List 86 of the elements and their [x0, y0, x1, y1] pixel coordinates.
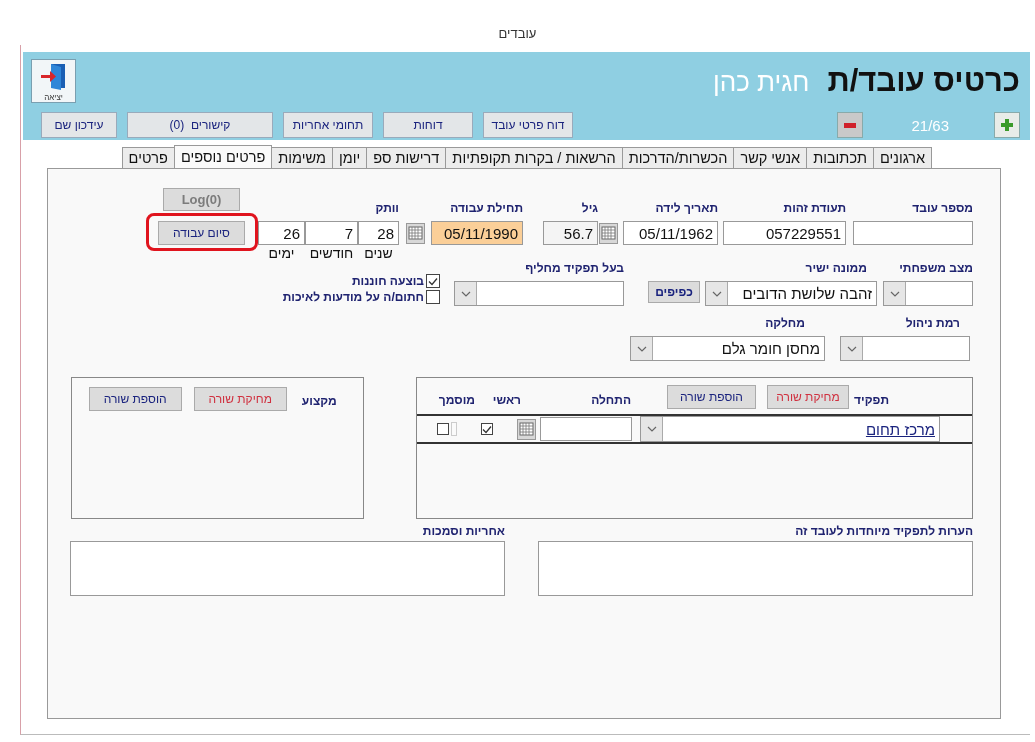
check-icon — [482, 424, 492, 434]
delete-row-button[interactable]: מחיקת שורה — [767, 385, 849, 409]
checkbox[interactable] — [426, 274, 440, 288]
start-date-field[interactable]: 05/11/1990 — [431, 221, 523, 245]
field-label: בעל תפקיד מחליף — [524, 261, 624, 277]
field-label: וותק — [374, 201, 399, 217]
exit-button[interactable]: יציאה — [31, 59, 76, 103]
tab[interactable]: יומן — [331, 147, 368, 168]
birth-date-field[interactable]: 05/11/1962 — [623, 221, 718, 245]
substitute-field[interactable] — [454, 281, 624, 306]
tab[interactable]: אנשי קשר — [733, 147, 808, 168]
age-field[interactable]: 56.7 — [543, 221, 598, 245]
calendar-icon[interactable] — [406, 222, 425, 244]
window-title: עובדים — [498, 26, 537, 41]
header-button[interactable]: תחומי אחריות — [283, 112, 373, 138]
header-button[interactable]: קישורים (0) — [127, 112, 273, 138]
seniority-field[interactable]: 7 — [305, 221, 358, 245]
field-label: תעודת זהות — [782, 201, 846, 217]
column-header: התחלה — [590, 393, 631, 409]
add-row-button[interactable]: הוספת שורה — [88, 386, 182, 411]
chevron-down-icon — [636, 345, 647, 352]
management-level-field[interactable] — [840, 336, 970, 361]
chevron-down-icon — [846, 345, 857, 352]
seniority-field[interactable]: 26 — [258, 221, 305, 245]
chevron-down-icon — [460, 290, 471, 297]
chevron-down-icon — [889, 290, 900, 297]
role-link[interactable]: מרכז תחום — [861, 420, 939, 438]
add-record-button[interactable] — [994, 112, 1020, 138]
column-header: מוסמך — [437, 393, 475, 409]
notes-field[interactable] — [538, 541, 973, 596]
seniority-field[interactable]: 28 — [358, 221, 399, 245]
field-label: מחלקה — [764, 316, 806, 332]
tab[interactable]: פרטים — [121, 147, 175, 168]
checkbox[interactable] — [481, 423, 493, 435]
delete-record-button[interactable] — [837, 112, 864, 138]
delete-row-button[interactable]: מחיקת שורה — [193, 386, 287, 411]
department-field[interactable]: מחסן חומר גלם — [630, 336, 825, 361]
checkbox-label: בוצעה חוננות — [351, 274, 424, 288]
role-field[interactable]: מרכז תחום — [640, 416, 940, 442]
field-label: מספר עובד — [911, 201, 973, 217]
form-title: כרטיס עובד/ת — [827, 63, 1020, 99]
end-work-button[interactable]: סיום עבודה — [158, 221, 245, 245]
column-header: תפקיד — [853, 393, 889, 409]
field-label: תחילת עבודה — [449, 201, 523, 217]
field-label: תאריך לידה — [654, 201, 718, 217]
role-start-field[interactable] — [540, 417, 632, 441]
id-number-field[interactable]: 057229551 — [723, 221, 846, 245]
unit-label: שנים — [363, 245, 394, 261]
manager-field[interactable]: זהבה שלושת הדובים — [705, 281, 877, 306]
plus-icon — [1001, 119, 1013, 131]
notes-field[interactable] — [70, 541, 505, 596]
column-header: ראשי — [491, 393, 521, 409]
checkbox[interactable] — [426, 290, 440, 304]
header-button[interactable]: דוח פרטי עובד — [483, 112, 573, 138]
check-icon — [428, 276, 438, 286]
minus-icon — [844, 122, 857, 128]
employee-name: חגית כהן — [712, 67, 810, 98]
field-label: רמת ניהול — [904, 316, 961, 332]
field-label: מצב משפחתי — [898, 261, 973, 277]
record-counter: 21/63 — [911, 116, 949, 134]
tab[interactable]: פרטים נוספים — [173, 145, 273, 168]
field-label: גיל — [580, 201, 598, 217]
tab[interactable]: תכתובות — [806, 147, 874, 168]
checkbox[interactable] — [437, 423, 449, 435]
checkbox-label: חתום/ה על מודעות לאיכות — [282, 290, 424, 304]
tab[interactable]: דרישות ספ — [366, 147, 447, 168]
tab[interactable]: הכשרות/הדרכות — [621, 147, 735, 168]
tab[interactable]: הרשאות / בקרות תקופתיות — [445, 147, 623, 168]
unit-label: ימים — [267, 245, 296, 261]
employee-number-field[interactable] — [853, 221, 973, 245]
subordinates-button[interactable]: כפיפים — [648, 281, 700, 303]
section-label: מקצוע — [300, 393, 337, 410]
add-row-button[interactable]: הוספת שורה — [667, 385, 756, 409]
header-button[interactable]: עידכון שם — [41, 112, 117, 138]
tab[interactable]: ארגונים — [873, 147, 932, 168]
field-label: הערות לתפקיד מיוחדות לעובד זה — [794, 524, 973, 540]
chevron-down-icon — [711, 290, 722, 297]
unit-label: חודשים — [308, 245, 355, 261]
header-button[interactable]: דוחות — [383, 112, 473, 138]
tab[interactable]: משימות — [271, 147, 333, 168]
calendar-icon[interactable] — [517, 418, 536, 440]
field-label: ממונה ישיר — [804, 261, 868, 277]
marital-status-field[interactable] — [883, 281, 973, 306]
calendar-icon[interactable] — [599, 222, 618, 244]
field-label: אחריות וסמכות — [421, 524, 505, 540]
chevron-down-icon — [646, 426, 657, 432]
